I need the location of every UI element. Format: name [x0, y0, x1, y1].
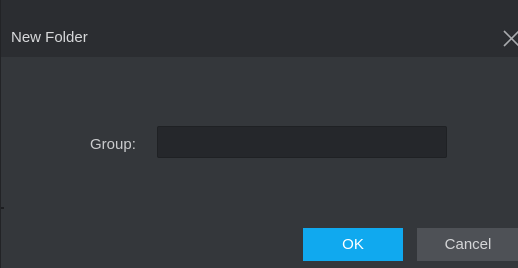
group-label: Group:	[90, 136, 136, 153]
dialog-title: New Folder	[11, 29, 88, 46]
close-icon[interactable]	[499, 27, 518, 49]
edge-divider	[1, 207, 4, 209]
new-folder-dialog: New Folder Group: OK Cancel	[0, 0, 518, 268]
cancel-button[interactable]: Cancel	[417, 228, 518, 261]
ok-button[interactable]: OK	[303, 228, 403, 261]
dialog-body: Group: OK Cancel	[1, 57, 518, 268]
group-input[interactable]	[157, 126, 447, 158]
dialog-titlebar: New Folder	[1, 0, 518, 57]
